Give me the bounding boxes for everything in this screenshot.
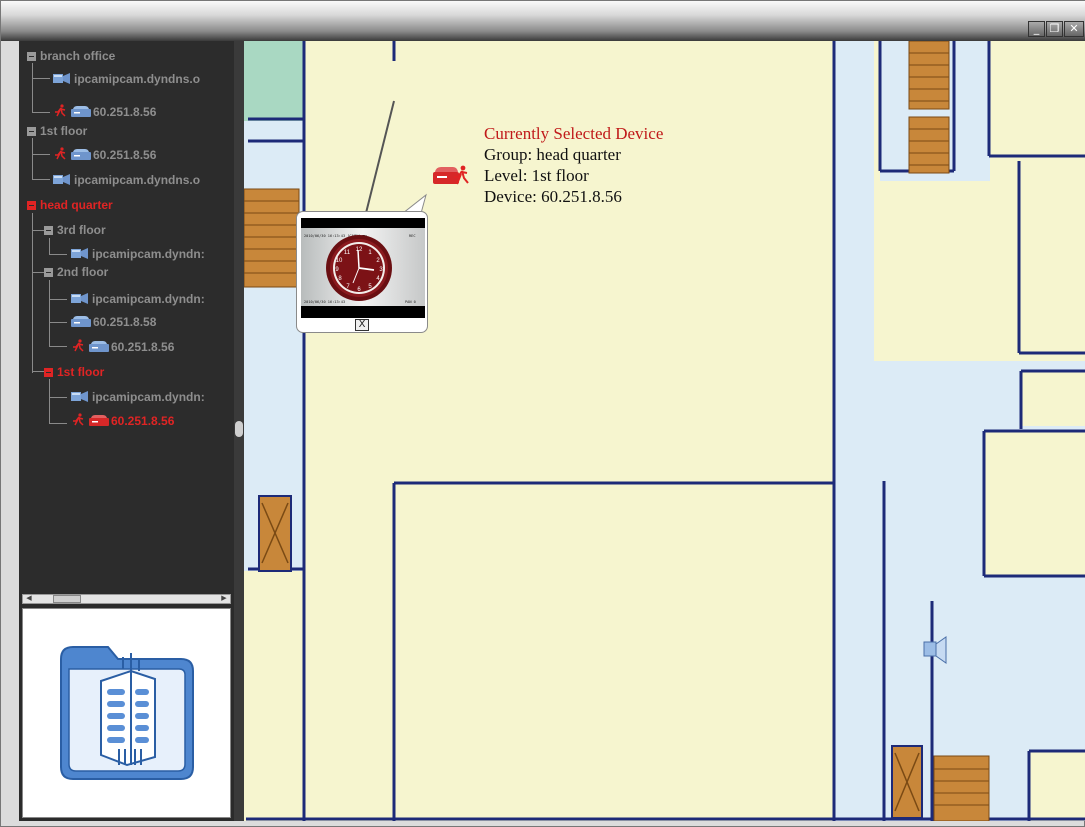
collapse-icon[interactable] — [27, 201, 36, 210]
device-info-popup: Currently Selected Device Group: head qu… — [484, 123, 663, 207]
tree-group-label: branch office — [40, 49, 116, 63]
alarm-person-icon — [73, 339, 84, 352]
live-video-frame[interactable]: 2010/06/30 16:13:43 [CAM1] ■□ REC 12 1 2 3… — [301, 218, 425, 318]
collapse-icon[interactable] — [44, 268, 53, 277]
scroll-thumb[interactable] — [53, 595, 81, 603]
tree-item-label: 60.251.8.56 — [111, 414, 175, 428]
device-tree[interactable]: branch office ipcamipcam.dyndns.o 60.251… — [19, 41, 234, 593]
tree-item-label: 60.251.8.56 — [93, 105, 157, 119]
floor-plan — [244, 41, 1085, 821]
restore-button[interactable]: ❐ — [1046, 21, 1063, 37]
bubble-close-button[interactable]: X — [355, 319, 369, 331]
group-preview — [22, 608, 231, 818]
horizontal-scrollbar[interactable]: ◀ ▶ — [22, 594, 231, 604]
floor-map[interactable] — [244, 41, 1085, 821]
tree-group-head-quarter[interactable]: head quarter — [27, 196, 113, 214]
camera-icon — [53, 73, 70, 84]
tree-item-camera[interactable]: ipcamipcam.dyndn: — [71, 245, 205, 263]
popup-device: Device: 60.251.8.56 — [484, 187, 622, 206]
panel-splitter[interactable] — [234, 41, 244, 821]
tree-group-1st-floor[interactable]: 1st floor — [27, 122, 87, 140]
camera-icon — [71, 293, 88, 304]
tree-level-label: 3rd floor — [57, 223, 106, 237]
tree-item-label: 60.251.8.56 — [93, 148, 157, 162]
dvr-icon — [71, 149, 91, 160]
tree-level-label: 2nd floor — [57, 265, 109, 279]
tree-item-camera[interactable]: ipcamipcam.dyndns.o — [53, 70, 200, 88]
tree-item-label: ipcamipcam.dyndn: — [92, 292, 205, 306]
minimize-button[interactable]: _ — [1028, 21, 1045, 37]
tree-level-label: 1st floor — [57, 365, 105, 379]
tree-group-label: head quarter — [40, 198, 113, 212]
collapse-arrow-icon[interactable] — [235, 421, 243, 437]
alarm-person-icon — [55, 104, 66, 117]
tree-item-label: ipcamipcam.dyndn: — [92, 390, 205, 404]
alarm-person-icon — [73, 413, 84, 426]
collapse-icon[interactable] — [27, 127, 36, 136]
live-view-bubble: 2010/06/30 16:13:43 [CAM1] ■□ REC 12 1 2 3… — [296, 211, 428, 333]
tree-item-dvr[interactable]: 60.251.8.56 — [53, 146, 156, 164]
dvr-icon — [89, 341, 109, 352]
popup-group: Group: head quarter — [484, 145, 621, 164]
tree-level-1st-floor[interactable]: 1st floor — [44, 363, 104, 381]
tree-item-dvr-selected[interactable]: 60.251.8.56 — [71, 412, 174, 430]
tree-item-label: 60.251.8.58 — [93, 315, 157, 329]
tree-item-label: ipcamipcam.dyndns.o — [74, 72, 201, 86]
svg-text:12: 12 — [356, 247, 363, 253]
svg-text:10: 10 — [336, 258, 343, 264]
title-bar: _ ❐ ✕ — [1, 1, 1085, 41]
tree-group-label: 1st floor — [40, 124, 88, 138]
app-window: _ ❐ ✕ branch office ipcamipcam.dyndns.o … — [0, 0, 1085, 827]
tree-level-3rd-floor[interactable]: 3rd floor — [44, 221, 106, 239]
popup-level: Level: 1st floor — [484, 166, 589, 185]
camera-icon — [53, 174, 70, 185]
tree-item-dvr[interactable]: 60.251.8.56 — [53, 103, 156, 121]
tree-item-dvr[interactable]: 60.251.8.56 — [71, 338, 174, 356]
svg-text:2010/06/30 16:13:43: 2010/06/30 16:13:43 — [304, 300, 345, 304]
tree-group-branch-office[interactable]: branch office — [27, 47, 115, 65]
scroll-right-icon[interactable]: ▶ — [218, 595, 230, 603]
alarm-person-icon — [55, 147, 66, 160]
collapse-icon[interactable] — [27, 52, 36, 61]
dvr-icon — [71, 106, 91, 117]
svg-text:REC: REC — [409, 234, 416, 238]
camera-icon — [71, 248, 88, 259]
selected-dvr-icon[interactable] — [433, 164, 469, 190]
svg-text:PAN 0: PAN 0 — [405, 300, 416, 304]
tree-item-dvr[interactable]: 60.251.8.58 — [71, 313, 156, 331]
tree-item-camera[interactable]: ipcamipcam.dyndn: — [71, 388, 205, 406]
scroll-left-icon[interactable]: ◀ — [23, 595, 35, 603]
tree-item-label: ipcamipcam.dyndn: — [92, 247, 205, 261]
dvr-icon — [71, 316, 91, 327]
tree-level-2nd-floor[interactable]: 2nd floor — [44, 263, 108, 281]
tree-item-camera[interactable]: ipcamipcam.dyndn: — [71, 290, 205, 308]
tree-item-camera[interactable]: ipcamipcam.dyndns.o — [53, 171, 200, 189]
close-button[interactable]: ✕ — [1064, 21, 1084, 37]
left-panel: branch office ipcamipcam.dyndns.o 60.251… — [19, 41, 234, 821]
building-folder-icon — [60, 646, 194, 780]
dvr-icon — [89, 415, 109, 426]
tree-item-label: ipcamipcam.dyndns.o — [74, 173, 201, 187]
collapse-icon[interactable] — [44, 226, 53, 235]
collapse-icon[interactable] — [44, 368, 53, 377]
popup-title: Currently Selected Device — [484, 124, 664, 143]
tree-item-label: 60.251.8.56 — [111, 340, 175, 354]
svg-text:11: 11 — [344, 250, 351, 256]
camera-icon — [71, 391, 88, 402]
